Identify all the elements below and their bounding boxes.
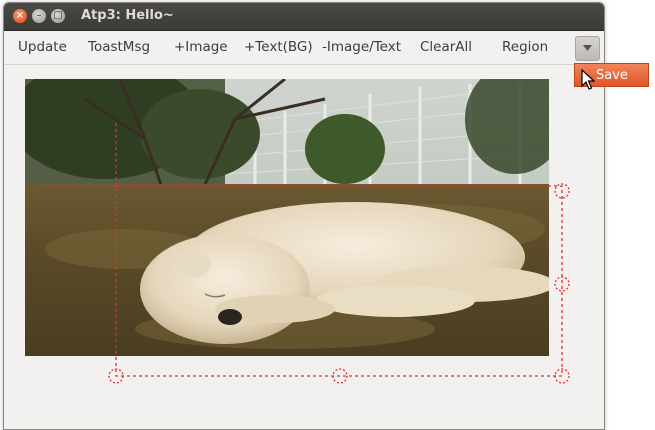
- mouse-cursor-icon: [581, 69, 595, 90]
- app-window: × – □ Atp3: Hello~ Update ToastMsg +Imag…: [3, 2, 605, 430]
- region-selection[interactable]: [4, 3, 604, 429]
- save-label: Save: [596, 68, 628, 83]
